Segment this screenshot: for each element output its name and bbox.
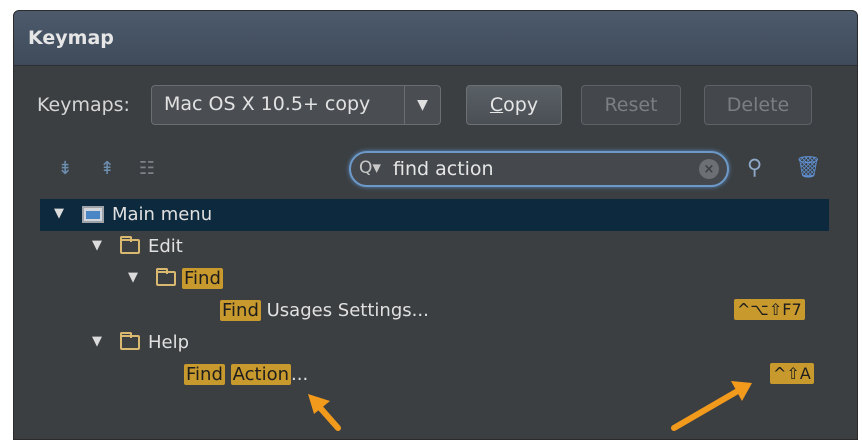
delete-button[interactable]: Delete bbox=[704, 85, 812, 125]
action-ellipsis: ... bbox=[291, 364, 309, 385]
folder-icon bbox=[120, 236, 140, 254]
tree-row-find-action[interactable]: Find Action... ^⇧A bbox=[40, 359, 829, 391]
expand-triangle-icon[interactable]: ▼ bbox=[128, 270, 138, 285]
action-name: Usages Settings... bbox=[260, 300, 429, 321]
copy-mnemonic: C bbox=[489, 94, 504, 116]
reset-label: Reset bbox=[604, 94, 658, 116]
copy-button[interactable]: Copy bbox=[466, 85, 562, 125]
tree-row-find[interactable]: ▼ Find bbox=[40, 263, 829, 295]
tree-label-help: Help bbox=[148, 332, 190, 353]
tree-label-edit: Edit bbox=[148, 236, 183, 257]
search-highlight: Find bbox=[182, 268, 223, 289]
copy-label: opy bbox=[503, 94, 539, 116]
find-by-shortcut-icon[interactable]: ⚲ bbox=[747, 155, 762, 179]
expand-triangle-icon[interactable]: ▼ bbox=[92, 238, 102, 253]
keymap-selector-row: Keymaps: Mac OS X 10.5+ copy ▼ Copy Rese… bbox=[14, 83, 857, 127]
tree-label-find-action: Find Action... bbox=[184, 364, 308, 385]
expand-all-icon[interactable]: ⇟ bbox=[54, 157, 76, 179]
tree-row-help[interactable]: ▼ Help bbox=[40, 327, 829, 359]
keymap-dialog: Keymap Keymaps: Mac OS X 10.5+ copy ▼ Co… bbox=[13, 10, 858, 440]
search-highlight: Find bbox=[220, 300, 261, 321]
expand-triangle-icon[interactable]: ▼ bbox=[54, 206, 64, 221]
delete-label: Delete bbox=[726, 94, 790, 116]
tree-label-find: Find bbox=[182, 268, 223, 289]
tree-row-main-menu[interactable]: ▼ Main menu bbox=[40, 199, 829, 231]
tree-row-find-usages-settings[interactable]: Find Usages Settings... ^⌥⇧F7 bbox=[40, 295, 829, 327]
trash-icon[interactable]: 🗑 bbox=[795, 155, 822, 180]
clear-search-icon[interactable]: × bbox=[699, 159, 719, 179]
keymap-tree: ▼ Main menu ▼ Edit ▼ Find Find Usages Se… bbox=[40, 199, 829, 439]
tree-toolbar: ⇟ ⇞ ☷ Q▾ find action × ⚲ 🗑 bbox=[14, 146, 857, 190]
keymaps-select[interactable]: Mac OS X 10.5+ copy ▼ bbox=[151, 85, 441, 125]
search-value: find action bbox=[393, 158, 494, 180]
tree-row-edit[interactable]: ▼ Edit bbox=[40, 231, 829, 263]
tree-label-main-menu: Main menu bbox=[112, 204, 213, 225]
expand-triangle-icon[interactable]: ▼ bbox=[92, 334, 102, 349]
show-conflicts-icon[interactable]: ☷ bbox=[136, 157, 158, 179]
folder-icon bbox=[120, 332, 140, 350]
shortcut-badge: ^⌥⇧F7 bbox=[734, 299, 805, 320]
search-icon[interactable]: Q▾ bbox=[359, 158, 381, 178]
keymaps-label: Keymaps: bbox=[37, 94, 130, 116]
title-bar: Keymap bbox=[14, 11, 857, 66]
search-input[interactable]: Q▾ find action × bbox=[349, 151, 729, 187]
collapse-all-icon[interactable]: ⇞ bbox=[96, 157, 118, 179]
main-menu-icon bbox=[82, 206, 104, 223]
keymaps-select-value: Mac OS X 10.5+ copy bbox=[164, 93, 371, 115]
tree-label-find-usages: Find Usages Settings... bbox=[220, 300, 429, 321]
folder-icon bbox=[156, 268, 176, 286]
shortcut-badge: ^⇧A bbox=[770, 363, 814, 384]
reset-button[interactable]: Reset bbox=[581, 85, 681, 125]
chevron-down-icon[interactable]: ▼ bbox=[404, 86, 440, 124]
search-highlight: Find bbox=[184, 364, 225, 385]
dialog-title: Keymap bbox=[28, 27, 114, 49]
search-highlight: Action bbox=[230, 364, 291, 385]
